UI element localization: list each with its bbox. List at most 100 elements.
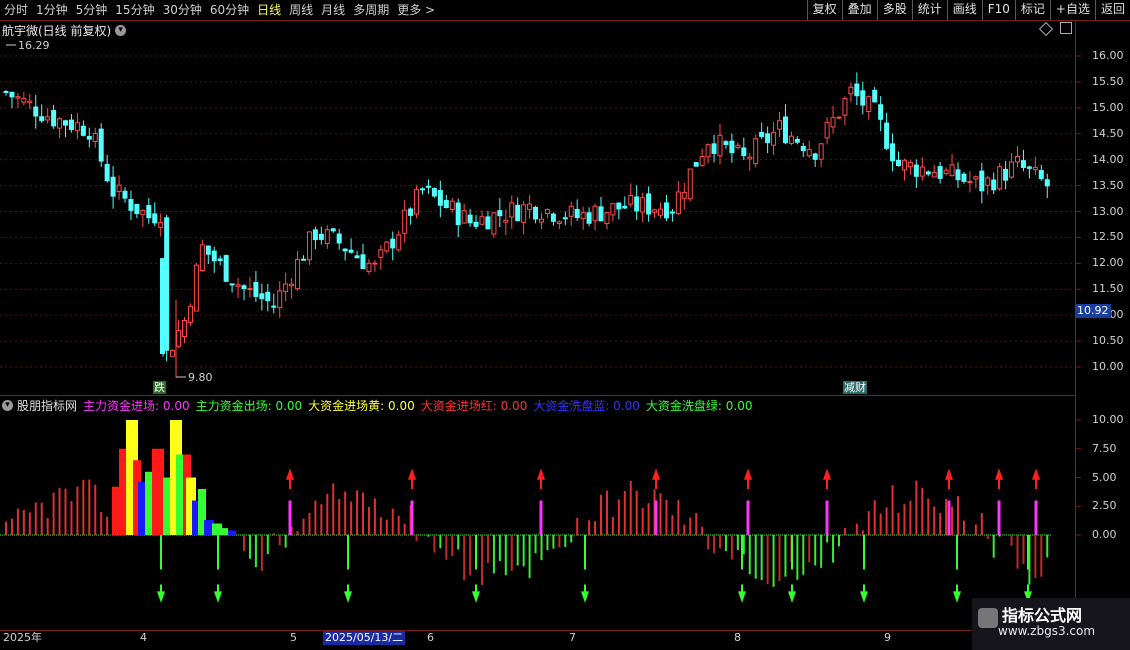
candle-body xyxy=(51,110,57,127)
candle-body xyxy=(562,217,568,220)
candle-body xyxy=(473,221,479,227)
candle-body xyxy=(21,97,27,103)
date-axis: 2025年 4 5 2025/05/13/二 6 7 8 9 xyxy=(0,630,1075,645)
candle-body xyxy=(443,200,449,208)
candle-body xyxy=(747,156,753,160)
price-tick-label: 15.00 xyxy=(1092,100,1124,114)
candle-body xyxy=(598,206,604,222)
indicator-tick-label: 2.50 xyxy=(1092,499,1117,513)
indicator-legend: ▾ 股朋指标网 主力资金进场: 0.00 主力资金出场: 0.00 大资金进场黄… xyxy=(2,397,758,413)
candle-body xyxy=(622,205,628,209)
candle-body xyxy=(640,197,646,213)
candle-body xyxy=(98,128,104,162)
candle-body xyxy=(765,133,771,144)
candle-body xyxy=(604,212,610,225)
candle-body xyxy=(122,190,128,199)
candle-body xyxy=(497,210,503,217)
watermark-title: 指标公式网 xyxy=(1002,606,1083,625)
candle-body xyxy=(848,86,854,95)
watermark-logo xyxy=(978,608,998,628)
candle-body xyxy=(277,290,283,309)
main-inflow-bar xyxy=(997,500,1001,535)
up-arrow-icon xyxy=(995,468,1003,480)
candle-body xyxy=(1038,170,1044,180)
candle-body xyxy=(336,233,342,244)
candle-body xyxy=(878,104,884,120)
candle-body xyxy=(509,202,515,218)
candle-body xyxy=(652,209,658,213)
candle-body xyxy=(378,249,384,258)
candle-body xyxy=(913,164,919,177)
candle-body xyxy=(550,213,556,222)
candle-body xyxy=(229,283,235,286)
candle-body xyxy=(925,171,931,175)
candle-body xyxy=(402,209,408,234)
price-tick-label: 10.00 xyxy=(1092,360,1124,373)
candle-body xyxy=(92,132,98,142)
candle-body xyxy=(961,173,967,182)
up-arrow-icon xyxy=(408,468,416,480)
candle-body xyxy=(354,255,360,259)
candle-body xyxy=(669,211,675,214)
candle-body xyxy=(539,218,544,223)
candle-body xyxy=(110,176,116,197)
date-label-aug: 8 xyxy=(734,631,741,644)
candle-body xyxy=(527,203,533,210)
down-arrow-icon xyxy=(860,591,868,603)
date-label-may: 5 xyxy=(290,631,297,644)
candle-body xyxy=(777,120,782,130)
up-arrow-icon xyxy=(945,468,953,480)
legend-wash-green: 大资金洗盘绿: 0.00 xyxy=(645,398,753,413)
candle-body xyxy=(283,283,289,293)
up-arrow-icon xyxy=(1032,468,1040,480)
main-inflow-bar xyxy=(539,500,543,535)
up-arrow-icon xyxy=(652,468,660,480)
candle-body xyxy=(134,203,140,214)
candle-body xyxy=(324,229,330,245)
candle-body xyxy=(1026,166,1032,169)
candle-body xyxy=(812,153,818,160)
candle-body xyxy=(205,245,211,255)
candle-body xyxy=(675,191,681,215)
candle-body xyxy=(890,143,896,162)
chevron-down-icon[interactable]: ▾ xyxy=(2,399,13,411)
candle-body xyxy=(330,228,336,232)
down-arrow-icon xyxy=(581,591,589,603)
candle-body xyxy=(116,184,122,192)
date-label-year: 2025年 xyxy=(3,631,42,644)
price-tick-label: 13.00 xyxy=(1092,204,1124,218)
candle-body xyxy=(842,98,848,116)
price-tick-label: 15.50 xyxy=(1092,74,1124,88)
legend-main-in: 主力资金进场: 0.00 xyxy=(83,398,190,413)
current-price-tag: 10.92 xyxy=(1075,304,1111,318)
candle-body xyxy=(735,144,741,149)
candle-body xyxy=(491,212,497,235)
legend-main-out: 主力资金出场: 0.00 xyxy=(195,398,303,413)
price-tick-label: 10.50 xyxy=(1092,334,1124,348)
candlestick-chart[interactable] xyxy=(0,0,1130,650)
candle-body xyxy=(425,185,431,188)
candle-body xyxy=(717,134,723,157)
candle-body xyxy=(872,89,878,103)
candle-body xyxy=(74,122,80,132)
candle-body xyxy=(973,176,979,180)
candle-body xyxy=(586,212,592,224)
candle-body xyxy=(15,96,21,99)
candle-body xyxy=(723,141,729,146)
candle-body xyxy=(301,258,306,261)
candle-body xyxy=(866,96,872,112)
candle-body xyxy=(806,149,812,157)
price-tick-label: 12.50 xyxy=(1092,230,1124,244)
candle-body xyxy=(991,179,997,191)
candle-body xyxy=(241,285,247,290)
candle-body xyxy=(800,146,806,152)
candle-body xyxy=(348,249,354,253)
main-inflow-bar xyxy=(288,500,292,535)
candle-body xyxy=(1015,156,1020,163)
price-tick-label: 14.00 xyxy=(1092,152,1124,166)
date-cursor-label: 2025/05/13/二 xyxy=(323,631,406,645)
candle-body xyxy=(455,202,461,226)
candle-body xyxy=(235,284,241,287)
candle-body xyxy=(741,147,747,157)
candle-body xyxy=(544,209,550,215)
